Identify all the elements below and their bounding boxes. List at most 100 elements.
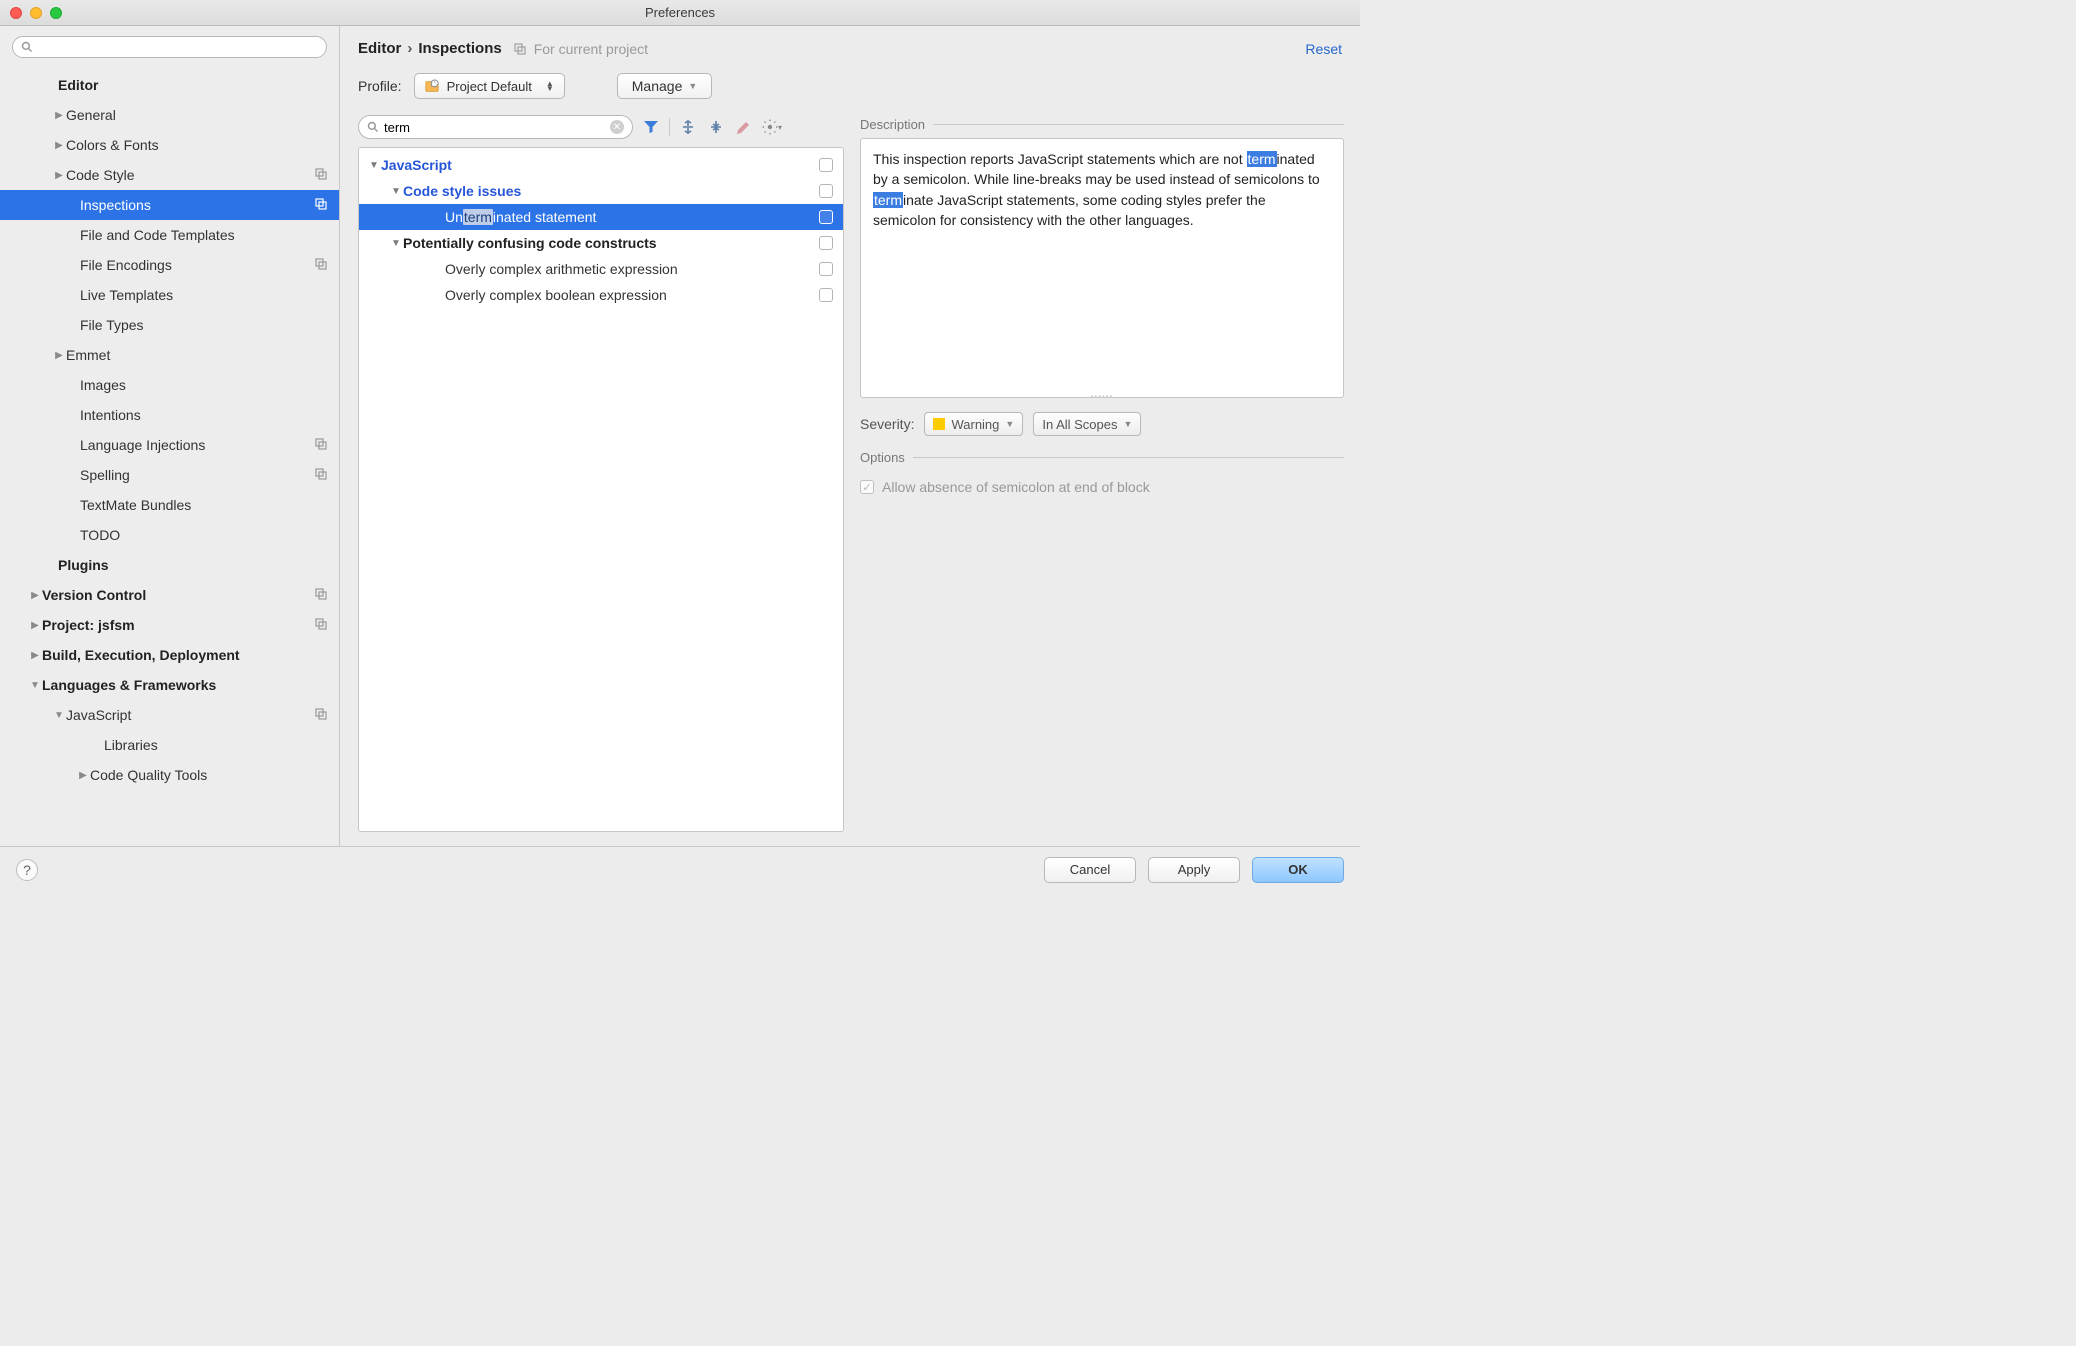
sidebar-item-version-control[interactable]: ▶Version Control — [0, 580, 339, 610]
disclosure-arrow: ▼ — [52, 710, 66, 721]
sidebar-item-file-types[interactable]: File Types — [0, 310, 339, 340]
sidebar-item-label: Project: jsfsm — [42, 617, 313, 633]
disclosure-arrow: ▶ — [52, 350, 66, 361]
sidebar-item-code-style[interactable]: ▶Code Style — [0, 160, 339, 190]
sidebar-item-live-templates[interactable]: Live Templates — [0, 280, 339, 310]
inspection-enable-checkbox[interactable] — [819, 210, 833, 224]
severity-select[interactable]: Warning ▼ — [924, 412, 1023, 436]
sidebar-item-languages-frameworks[interactable]: ▼Languages & Frameworks — [0, 670, 339, 700]
inspection-enable-checkbox[interactable] — [819, 288, 833, 302]
project-level-icon — [313, 257, 329, 273]
sidebar-item-label: TODO — [80, 527, 329, 543]
sidebar-item-label: Plugins — [58, 557, 329, 573]
severity-label: Severity: — [860, 416, 914, 432]
scope-select[interactable]: In All Scopes ▼ — [1033, 412, 1141, 436]
sidebar-item-textmate-bundles[interactable]: TextMate Bundles — [0, 490, 339, 520]
inspection-enable-checkbox[interactable] — [819, 184, 833, 198]
project-scope-icon — [514, 43, 526, 55]
project-level-icon — [313, 437, 329, 453]
sidebar-item-javascript[interactable]: ▼JavaScript — [0, 700, 339, 730]
sidebar-item-label: Emmet — [66, 347, 329, 363]
options-section-label: Options — [860, 450, 1344, 465]
breadcrumb-current: Inspections — [418, 40, 501, 57]
sidebar-item-editor[interactable]: Editor — [0, 70, 339, 100]
profile-select[interactable]: Project Default ▲▼ — [414, 73, 565, 99]
filter-icon[interactable] — [641, 117, 661, 137]
reset-link[interactable]: Reset — [1305, 41, 1342, 57]
sidebar-item-emmet[interactable]: ▶Emmet — [0, 340, 339, 370]
option-allow-absence-semicolon[interactable]: ✓ Allow absence of semicolon at end of b… — [860, 471, 1344, 503]
inspection-search-input[interactable] — [384, 120, 610, 135]
severity-value: Warning — [951, 417, 999, 432]
sidebar-item-plugins[interactable]: Plugins — [0, 550, 339, 580]
sidebar-item-label: Images — [80, 377, 329, 393]
option-checkbox[interactable]: ✓ — [860, 480, 874, 494]
sidebar-item-file-and-code-templates[interactable]: File and Code Templates — [0, 220, 339, 250]
window-titlebar: Preferences — [0, 0, 1360, 26]
breadcrumb: Editor › Inspections For current project — [358, 40, 648, 57]
inspection-item[interactable]: ▼Code style issues — [359, 178, 843, 204]
toolbar-separator — [669, 118, 670, 136]
preferences-sidebar: Editor▶General▶Colors & Fonts▶Code Style… — [0, 26, 340, 846]
inspection-tree: ▼JavaScript▼Code style issuesUnterminate… — [358, 147, 844, 832]
inspection-item[interactable]: Overly complex boolean expression — [359, 282, 843, 308]
breadcrumb-subtitle: For current project — [534, 41, 648, 57]
chevron-down-icon: ▼ — [1123, 419, 1132, 429]
sidebar-item-images[interactable]: Images — [0, 370, 339, 400]
more-settings-icon[interactable]: ▾ — [762, 117, 782, 137]
inspection-item[interactable]: Unterminated statement — [359, 204, 843, 230]
apply-button[interactable]: Apply — [1148, 857, 1240, 883]
sidebar-item-intentions[interactable]: Intentions — [0, 400, 339, 430]
sidebar-item-label: JavaScript — [66, 707, 313, 723]
sidebar-item-build-execution-deployment[interactable]: ▶Build, Execution, Deployment — [0, 640, 339, 670]
sidebar-item-colors-fonts[interactable]: ▶Colors & Fonts — [0, 130, 339, 160]
disclosure-arrow: ▶ — [28, 620, 42, 631]
sidebar-item-label: Languages & Frameworks — [42, 677, 329, 693]
sidebar-item-spelling[interactable]: Spelling — [0, 460, 339, 490]
sidebar-item-label: Language Injections — [80, 437, 313, 453]
profile-value: Project Default — [447, 79, 532, 94]
sidebar-item-file-encodings[interactable]: File Encodings — [0, 250, 339, 280]
sidebar-search-field[interactable] — [12, 36, 327, 58]
inspection-label: JavaScript — [381, 157, 819, 173]
inspection-enable-checkbox[interactable] — [819, 236, 833, 250]
sidebar-item-label: File and Code Templates — [80, 227, 329, 243]
inspection-item[interactable]: ▼JavaScript — [359, 152, 843, 178]
sidebar-item-libraries[interactable]: Libraries — [0, 730, 339, 760]
inspection-enable-checkbox[interactable] — [819, 158, 833, 172]
inspection-label: Overly complex boolean expression — [445, 287, 819, 303]
sidebar-item-general[interactable]: ▶General — [0, 100, 339, 130]
severity-color-swatch — [933, 418, 945, 430]
project-level-icon — [313, 167, 329, 183]
breadcrumb-root[interactable]: Editor — [358, 40, 401, 57]
sidebar-item-project-jsfsm[interactable]: ▶Project: jsfsm — [0, 610, 339, 640]
sidebar-item-todo[interactable]: TODO — [0, 520, 339, 550]
search-icon — [367, 121, 379, 133]
sidebar-search-input[interactable] — [38, 40, 318, 54]
inspection-item[interactable]: Overly complex arithmetic expression — [359, 256, 843, 282]
inspection-enable-checkbox[interactable] — [819, 262, 833, 276]
project-level-icon — [313, 467, 329, 483]
disclosure-arrow: ▼ — [28, 680, 42, 691]
inspection-toolbar: ✕ ▾ — [358, 113, 844, 147]
inspection-search-field[interactable]: ✕ — [358, 115, 633, 139]
help-button[interactable]: ? — [16, 859, 38, 881]
sidebar-item-code-quality-tools[interactable]: ▶Code Quality Tools — [0, 760, 339, 790]
sidebar-item-label: TextMate Bundles — [80, 497, 329, 513]
cancel-button[interactable]: Cancel — [1044, 857, 1136, 883]
resize-grip[interactable]: •••••• — [1091, 391, 1114, 403]
description-section-label: Description — [860, 117, 1344, 132]
expand-all-icon[interactable] — [678, 117, 698, 137]
sidebar-item-inspections[interactable]: Inspections — [0, 190, 339, 220]
clear-search-button[interactable]: ✕ — [610, 120, 624, 134]
description-label: Description — [860, 117, 925, 132]
inspection-item[interactable]: ▼Potentially confusing code constructs — [359, 230, 843, 256]
ok-button[interactable]: OK — [1252, 857, 1344, 883]
chevron-down-icon: ▼ — [688, 81, 697, 91]
sidebar-item-language-injections[interactable]: Language Injections — [0, 430, 339, 460]
reset-defaults-icon[interactable] — [734, 117, 754, 137]
manage-profile-button[interactable]: Manage ▼ — [617, 73, 713, 99]
search-icon — [21, 41, 33, 53]
collapse-all-icon[interactable] — [706, 117, 726, 137]
disclosure-arrow: ▶ — [52, 110, 66, 121]
